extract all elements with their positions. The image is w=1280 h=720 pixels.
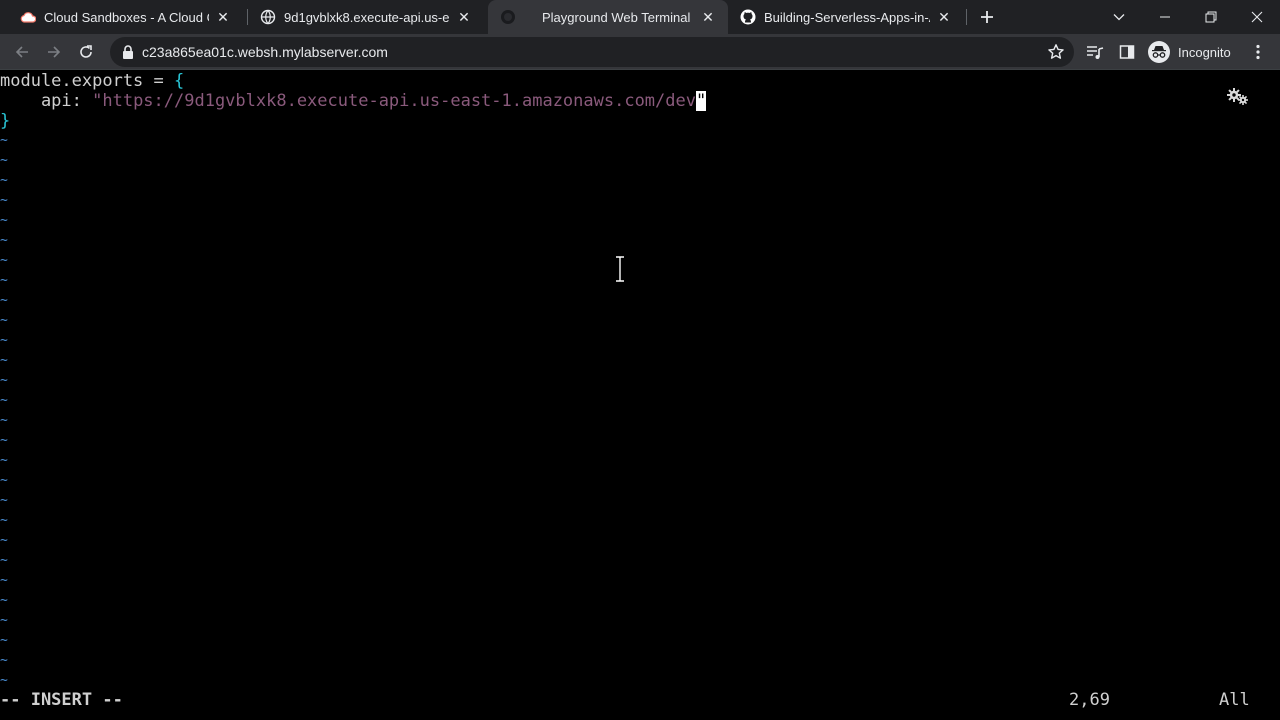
empty-line-tilde: ~	[0, 673, 8, 688]
empty-line-tilde: ~	[0, 613, 8, 628]
cloud-icon	[20, 9, 36, 25]
chevron-down-icon	[1113, 14, 1125, 21]
back-arrow-icon	[15, 46, 28, 58]
more-vert-icon	[1256, 44, 1260, 60]
forward-button[interactable]	[40, 38, 68, 66]
close-tab-icon[interactable]: ✕	[215, 9, 231, 25]
empty-line-tilde: ~	[0, 293, 8, 308]
close-icon	[1251, 11, 1263, 23]
scroll-indicator: All	[1219, 690, 1250, 710]
browser-menu-button[interactable]	[1246, 40, 1270, 64]
empty-line-tilde: ~	[0, 393, 8, 408]
empty-line-tilde: ~	[0, 273, 8, 288]
mouse-ibeam-cursor-icon	[616, 255, 624, 283]
lock-icon	[123, 45, 133, 59]
empty-line-tilde: ~	[0, 553, 8, 568]
close-window-button[interactable]	[1234, 0, 1280, 34]
empty-line-tilde: ~	[0, 593, 8, 608]
empty-line-tilde: ~	[0, 353, 8, 368]
web-terminal[interactable]: module.exports = { api: "https://9d1gvbl…	[0, 71, 1280, 720]
side-panel-icon	[1119, 45, 1135, 59]
restore-icon	[1205, 11, 1217, 23]
minimize-icon	[1160, 16, 1170, 18]
code-line-1: module.exports = {	[0, 71, 184, 91]
tab-search-button[interactable]	[1096, 0, 1142, 34]
close-tab-icon[interactable]: ✕	[936, 9, 952, 25]
empty-line-tilde: ~	[0, 433, 8, 448]
empty-line-tilde: ~	[0, 153, 8, 168]
code-line-2: api: "https://9d1gvblxk8.execute-api.us-…	[0, 91, 707, 111]
close-brace: }	[0, 111, 11, 131]
empty-line-tilde: ~	[0, 333, 8, 348]
empty-line-tilde: ~	[0, 473, 8, 488]
tab-separator	[966, 9, 967, 25]
empty-line-tilde: ~	[0, 513, 8, 528]
tab-github-repo[interactable]: Building-Serverless-Apps-in-AWS ✕	[728, 0, 964, 34]
tab-execute-api[interactable]: 9d1gvblxk8.execute-api.us-east-1 ✕	[248, 0, 484, 34]
incognito-label: Incognito	[1178, 44, 1231, 60]
close-tab-icon[interactable]: ✕	[700, 9, 716, 25]
tab-cloud-sandboxes[interactable]: Cloud Sandboxes - A Cloud Guru ✕	[8, 0, 243, 34]
empty-line-tilde: ~	[0, 173, 8, 188]
browser-toolbar: c23a865ea01c.websh.mylabserver.com Incog…	[0, 34, 1280, 70]
url-text: c23a865ea01c.websh.mylabserver.com	[142, 44, 388, 60]
reading-list-button[interactable]	[1083, 40, 1107, 64]
reload-icon	[80, 45, 92, 58]
empty-line-tilde: ~	[0, 133, 8, 148]
empty-line-tilde: ~	[0, 573, 8, 588]
tab-title: Playground Web Terminal	[542, 9, 691, 25]
empty-line-tilde: ~	[0, 413, 8, 428]
tab-playground-web-terminal[interactable]: Playground Web Terminal ✕	[488, 0, 728, 34]
incognito-icon	[1148, 41, 1170, 63]
tab-title: Cloud Sandboxes - A Cloud Guru	[44, 9, 209, 25]
tab-title: 9d1gvblxk8.execute-api.us-east-1	[284, 9, 450, 25]
open-brace: {	[174, 71, 185, 91]
empty-line-tilde: ~	[0, 493, 8, 508]
forward-arrow-icon	[48, 46, 61, 58]
empty-line-tilde: ~	[0, 213, 8, 228]
globe-icon	[260, 9, 276, 25]
empty-line-tilde: ~	[0, 313, 8, 328]
empty-line-tilde: ~	[0, 653, 8, 668]
empty-line-tilde: ~	[0, 193, 8, 208]
plus-icon	[981, 11, 993, 23]
address-bar[interactable]: c23a865ea01c.websh.mylabserver.com	[110, 37, 1074, 67]
empty-line-tilde: ~	[0, 533, 8, 548]
new-tab-button[interactable]	[977, 7, 997, 27]
close-tab-icon[interactable]: ✕	[456, 9, 472, 25]
reload-button[interactable]	[72, 38, 100, 66]
tab-title: Building-Serverless-Apps-in-AWS	[764, 9, 930, 25]
minimize-button[interactable]	[1142, 0, 1188, 34]
cursor-position: 2,69	[1069, 690, 1110, 710]
empty-line-tilde: ~	[0, 373, 8, 388]
code-key: api:	[0, 91, 93, 111]
star-icon	[1048, 44, 1064, 59]
back-button[interactable]	[8, 38, 36, 66]
empty-line-tilde: ~	[0, 233, 8, 248]
text-cursor: "	[695, 91, 707, 111]
incognito-indicator[interactable]: Incognito	[1148, 39, 1231, 65]
tab-strip: Cloud Sandboxes - A Cloud Guru ✕ 9d1gvbl…	[0, 0, 1280, 34]
terminal-favicon-icon	[500, 9, 516, 25]
empty-line-tilde: ~	[0, 453, 8, 468]
code-text: module.exports =	[0, 71, 174, 91]
vim-mode-indicator: -- INSERT --	[0, 690, 123, 710]
restore-button[interactable]	[1188, 0, 1234, 34]
side-panel-button[interactable]	[1115, 40, 1139, 64]
code-string: "https://9d1gvblxk8.execute-api.us-east-…	[92, 91, 696, 111]
empty-line-tilde: ~	[0, 633, 8, 648]
github-icon	[740, 9, 756, 25]
bookmark-star-button[interactable]	[1046, 42, 1066, 62]
playlist-icon	[1087, 46, 1104, 59]
empty-line-tilde: ~	[0, 253, 8, 268]
settings-gears-icon[interactable]	[1226, 87, 1250, 107]
